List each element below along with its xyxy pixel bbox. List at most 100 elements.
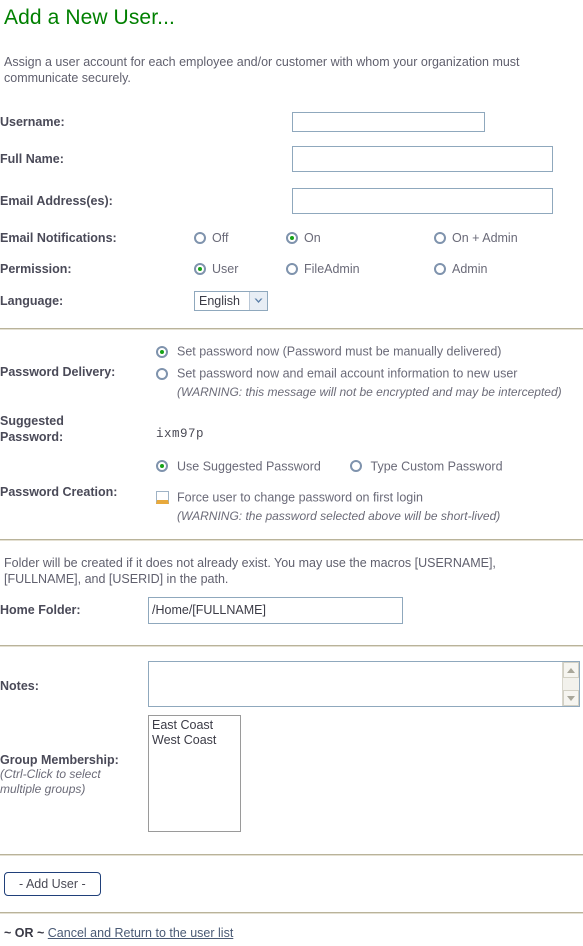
group-membership-label: Group Membership:	[0, 752, 119, 767]
password-creation-row: Password Creation: Use Suggested Passwor…	[0, 445, 583, 526]
password-table: Password Delivery: Set password now (Pas…	[0, 342, 583, 525]
email-label: Email Address(es):	[0, 194, 113, 208]
radio-icon-user[interactable]	[194, 262, 206, 275]
password-creation-options: Use Suggested Password Type Custom Passw…	[156, 445, 583, 526]
permission-option-admin-label: Admin	[452, 261, 488, 276]
suggested-password-row: Suggested Password: ixm97p	[0, 401, 583, 445]
language-select[interactable]: English	[194, 291, 268, 311]
chevron-down-icon[interactable]	[249, 292, 267, 310]
permission-option-admin[interactable]: Admin	[434, 253, 583, 284]
home-folder-label: Home Folder:	[0, 603, 81, 618]
group-membership-hint-line2: multiple groups)	[0, 781, 86, 796]
username-input-cell	[291, 106, 583, 138]
suggested-password-value-cell: ixm97p	[156, 401, 583, 445]
password-creation-option-custom[interactable]: Type Custom Password	[349, 458, 503, 473]
fullname-row: Full Name:	[0, 138, 583, 180]
email-notifications-option-off[interactable]: Off	[194, 222, 286, 253]
radio-icon-type-custom[interactable]	[349, 460, 362, 473]
scroll-up-icon[interactable]	[563, 662, 579, 679]
home-folder-row: Home Folder:	[0, 587, 583, 633]
group-membership-listbox[interactable]: East Coast West Coast	[148, 715, 241, 833]
radio-icon-off[interactable]	[194, 231, 206, 244]
password-delivery-option-manual[interactable]: Set password now (Password must be manua…	[156, 342, 583, 361]
scroll-down-icon[interactable]	[563, 690, 579, 707]
submit-row: - Add User -	[0, 872, 583, 897]
language-select-value: English	[199, 294, 240, 308]
email-input-cell	[291, 180, 583, 222]
checkbox-icon-force-change-password[interactable]	[156, 491, 169, 505]
password-delivery-row: Password Delivery: Set password now (Pas…	[0, 342, 583, 401]
password-delivery-warning: (WARNING: this message will not be encry…	[177, 384, 562, 399]
username-label: Username:	[0, 115, 65, 129]
email-notifications-option-on[interactable]: On	[286, 222, 434, 253]
home-folder-table: Home Folder:	[0, 587, 583, 633]
password-delivery-option-manual-label: Set password now (Password must be manua…	[177, 344, 502, 359]
permission-option-fileadmin-label: FileAdmin	[304, 261, 360, 276]
list-item[interactable]: East Coast	[151, 718, 238, 733]
notes-scrollbar[interactable]	[562, 662, 579, 707]
language-select-cell: English	[194, 284, 583, 318]
password-delivery-label: Password Delivery:	[0, 365, 116, 380]
group-membership-row: Group Membership: (Ctrl-Click to select …	[0, 707, 583, 833]
cancel-return-link[interactable]: Cancel and Return to the user list	[48, 926, 234, 940]
permission-option-user-label: User	[212, 261, 239, 276]
list-item[interactable]: West Coast	[151, 733, 238, 748]
or-prefix: ~ OR ~	[4, 926, 45, 941]
page-intro: Assign a user account for each employee …	[4, 55, 520, 85]
password-creation-warning: (WARNING: the password selected above wi…	[177, 509, 501, 524]
fullname-label: Full Name:	[0, 152, 64, 166]
radio-icon-on-admin[interactable]	[434, 231, 446, 244]
password-creation-option-suggested[interactable]: Use Suggested Password	[156, 459, 321, 473]
radio-icon-admin[interactable]	[434, 262, 446, 275]
password-delivery-option-email[interactable]: Set password now and email account infor…	[156, 364, 583, 383]
email-notifications-option-on-admin-label: On + Admin	[452, 230, 518, 245]
email-notifications-option-off-label: Off	[212, 230, 229, 245]
suggested-password-label-line1: Suggested	[0, 413, 64, 428]
notes-textarea[interactable]	[148, 661, 580, 708]
radio-icon-set-password-and-email[interactable]	[156, 368, 168, 381]
radio-icon-use-suggested[interactable]	[156, 460, 168, 473]
password-creation-choices: Use Suggested Password Type Custom Passw…	[156, 457, 583, 476]
notes-input-cell	[148, 661, 583, 708]
fullname-input-cell	[291, 138, 583, 180]
home-folder-input-cell	[148, 587, 583, 633]
permission-label: Permission:	[0, 261, 72, 276]
password-delivery-options: Set password now (Password must be manua…	[156, 342, 583, 401]
page-title: Add a New User...	[4, 6, 175, 29]
username-input[interactable]	[291, 112, 485, 132]
password-creation-label: Password Creation:	[0, 484, 118, 499]
spacer-row	[0, 86, 583, 106]
add-user-page: Add a New User... Assign a user account …	[0, 0, 583, 946]
radio-icon-set-password-now[interactable]	[156, 345, 168, 358]
cancel-row: ~ OR ~ Cancel and Return to the user lis…	[0, 926, 583, 940]
notes-row: Notes:	[0, 661, 583, 708]
username-row: Username:	[0, 106, 583, 138]
radio-icon-fileadmin[interactable]	[286, 262, 298, 275]
email-row: Email Address(es):	[0, 180, 583, 222]
notes-textarea-value[interactable]	[149, 662, 562, 706]
password-creation-option-suggested-label: Use Suggested Password	[177, 458, 321, 473]
options-table: Email Notifications: Off On On + Admin P…	[0, 222, 583, 318]
email-notifications-label: Email Notifications:	[0, 230, 117, 245]
force-change-password-row[interactable]: Force user to change password on first l…	[156, 488, 583, 507]
password-delivery-option-email-label: Set password now and email account infor…	[177, 366, 518, 381]
fullname-input[interactable]	[291, 146, 553, 172]
password-creation-option-custom-label: Type Custom Password	[370, 458, 503, 473]
group-membership-label-cell: Group Membership: (Ctrl-Click to select …	[0, 707, 148, 832]
email-input[interactable]	[291, 188, 553, 214]
notes-group-table: Notes: Group Membership: (Ctrl-Click to …	[0, 661, 583, 833]
home-folder-input[interactable]	[148, 596, 403, 624]
group-membership-hint-line1: (Ctrl-Click to select	[0, 766, 101, 781]
suggested-password-value: ixm97p	[156, 427, 205, 442]
force-change-password-label: Force user to change password on first l…	[177, 490, 423, 505]
identity-fields-table: Username: Full Name: Email Address(es):	[0, 86, 583, 222]
language-row: Language: English	[0, 284, 583, 318]
email-notifications-option-on-admin[interactable]: On + Admin	[434, 222, 583, 253]
suggested-password-label-line2: Password:	[0, 429, 64, 444]
email-notifications-row: Email Notifications: Off On On + Admin	[0, 222, 583, 253]
notes-label: Notes:	[0, 679, 39, 694]
add-user-button[interactable]: - Add User -	[4, 872, 101, 897]
permission-option-user[interactable]: User	[194, 253, 286, 284]
permission-option-fileadmin[interactable]: FileAdmin	[286, 253, 434, 284]
radio-icon-on[interactable]	[286, 231, 298, 244]
